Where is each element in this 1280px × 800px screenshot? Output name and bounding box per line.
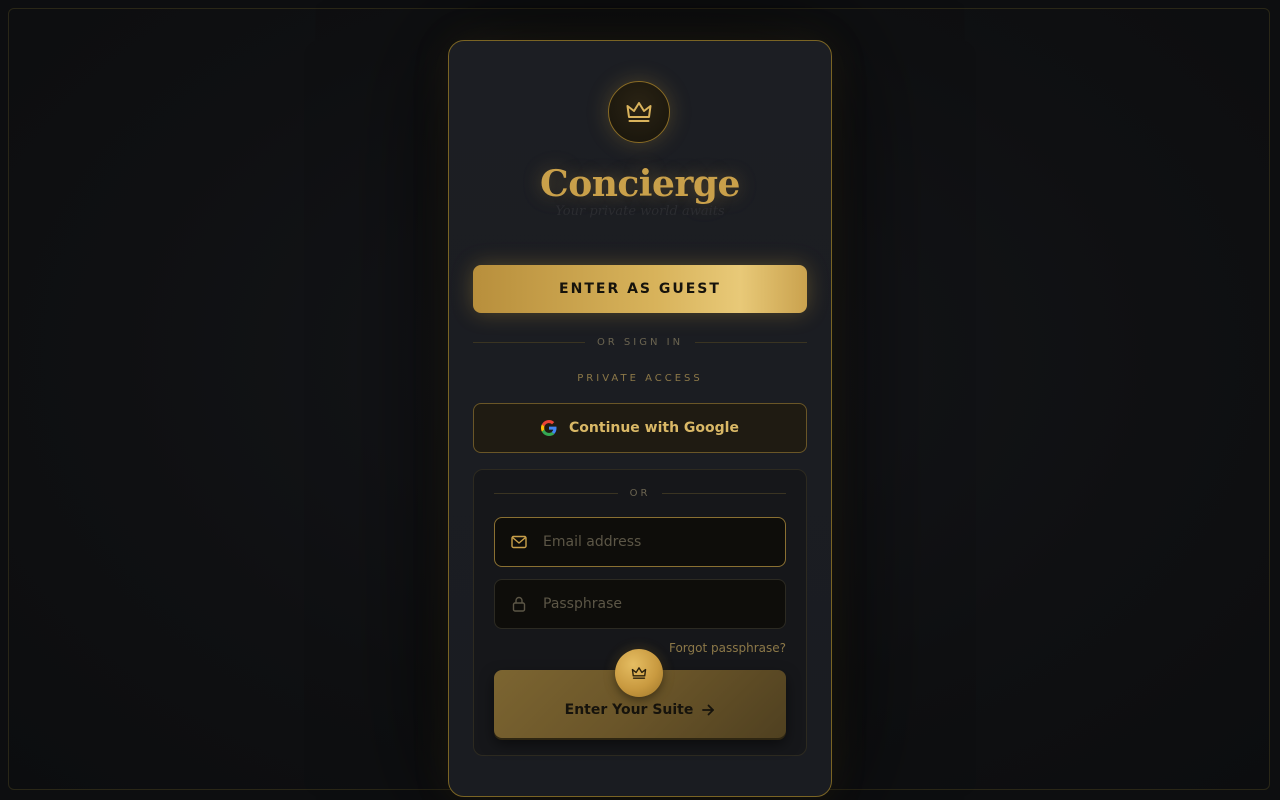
forgot-passphrase-link[interactable]: Forgot passphrase? (669, 641, 786, 655)
mail-icon-wrap (495, 535, 543, 549)
suite-crown-badge (615, 649, 663, 697)
brand-name: Concierge (540, 163, 740, 205)
email-input[interactable] (543, 518, 785, 566)
divider-line (473, 342, 585, 343)
enter-as-guest-button[interactable]: ENTER AS GUEST (473, 265, 807, 313)
suite-button-label: Enter Your Suite (564, 702, 694, 718)
private-access-label: PRIVATE ACCESS (577, 373, 703, 384)
continue-with-google-button[interactable]: Continue with Google (473, 403, 807, 453)
crown-icon (626, 102, 652, 122)
email-field-wrapper[interactable] (494, 517, 786, 567)
password-input[interactable] (543, 580, 785, 628)
google-button-label: Continue with Google (569, 420, 739, 436)
or-divider: OR (494, 488, 787, 499)
suite-button-content: Enter Your Suite (494, 702, 786, 718)
divider-label: OR SIGN IN (596, 337, 684, 348)
arrow-right-icon (702, 704, 715, 716)
divider-line (494, 493, 618, 494)
login-card: Concierge Your private world awaits ENTE… (448, 40, 832, 797)
brand-crest (608, 81, 670, 143)
divider-line (662, 493, 787, 494)
password-field-wrapper[interactable] (494, 579, 786, 629)
lock-icon (512, 596, 526, 612)
divider-label: OR (629, 488, 651, 499)
credentials-panel: OR Forgot passphrase? (473, 469, 807, 756)
divider-line (695, 342, 808, 343)
crown-icon (631, 667, 647, 679)
brand-tagline: Your private world awaits (555, 204, 725, 219)
mail-icon (511, 535, 527, 549)
google-icon (541, 420, 557, 436)
sign-in-divider: OR SIGN IN (473, 337, 808, 348)
lock-icon-wrap (495, 596, 543, 612)
